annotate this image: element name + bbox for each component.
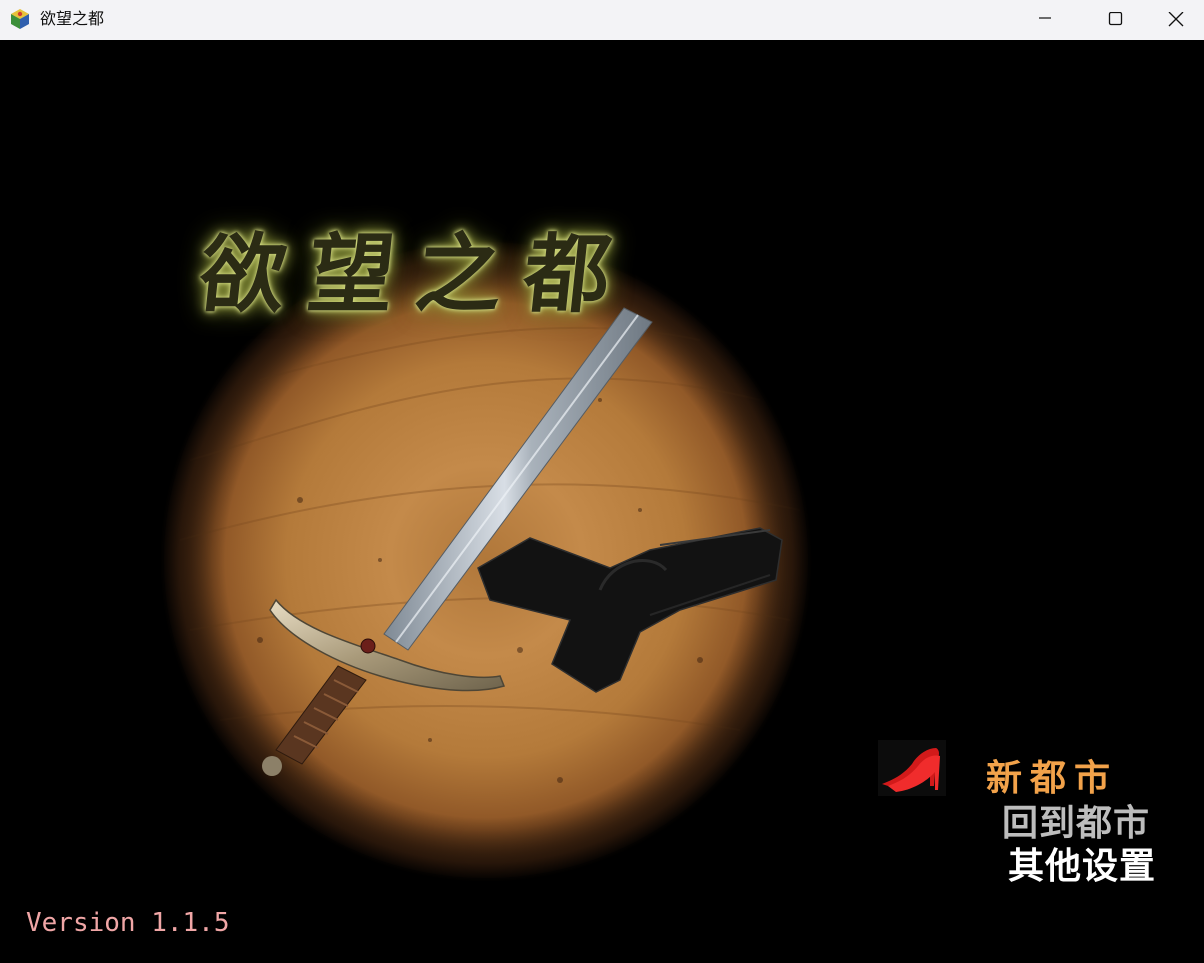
game-screen: 欲望之都 新都市 回到都市 其他设置 Version 1.1.5	[0, 40, 1204, 963]
maximize-button[interactable]	[1080, 0, 1150, 40]
close-icon	[1168, 12, 1184, 27]
game-logo-title: 欲望之都	[194, 224, 638, 325]
version-label: Version 1.1.5	[26, 908, 230, 938]
title-bar: 欲望之都	[0, 0, 1204, 40]
title-menu: 新都市 回到都市 其他设置	[950, 745, 1190, 905]
menu-options[interactable]: 其他设置	[1008, 845, 1156, 889]
window-title: 欲望之都	[40, 9, 105, 28]
minimize-button[interactable]	[1010, 0, 1080, 40]
maximize-icon	[1108, 12, 1123, 26]
menu-continue[interactable]: 回到都市	[1002, 802, 1150, 846]
red-high-heel-icon	[878, 740, 946, 796]
rpg-maker-cube-icon	[11, 9, 29, 29]
minimize-icon	[1039, 17, 1051, 19]
menu-new-game[interactable]: 新都市	[986, 757, 1118, 801]
close-button[interactable]	[1150, 0, 1204, 40]
